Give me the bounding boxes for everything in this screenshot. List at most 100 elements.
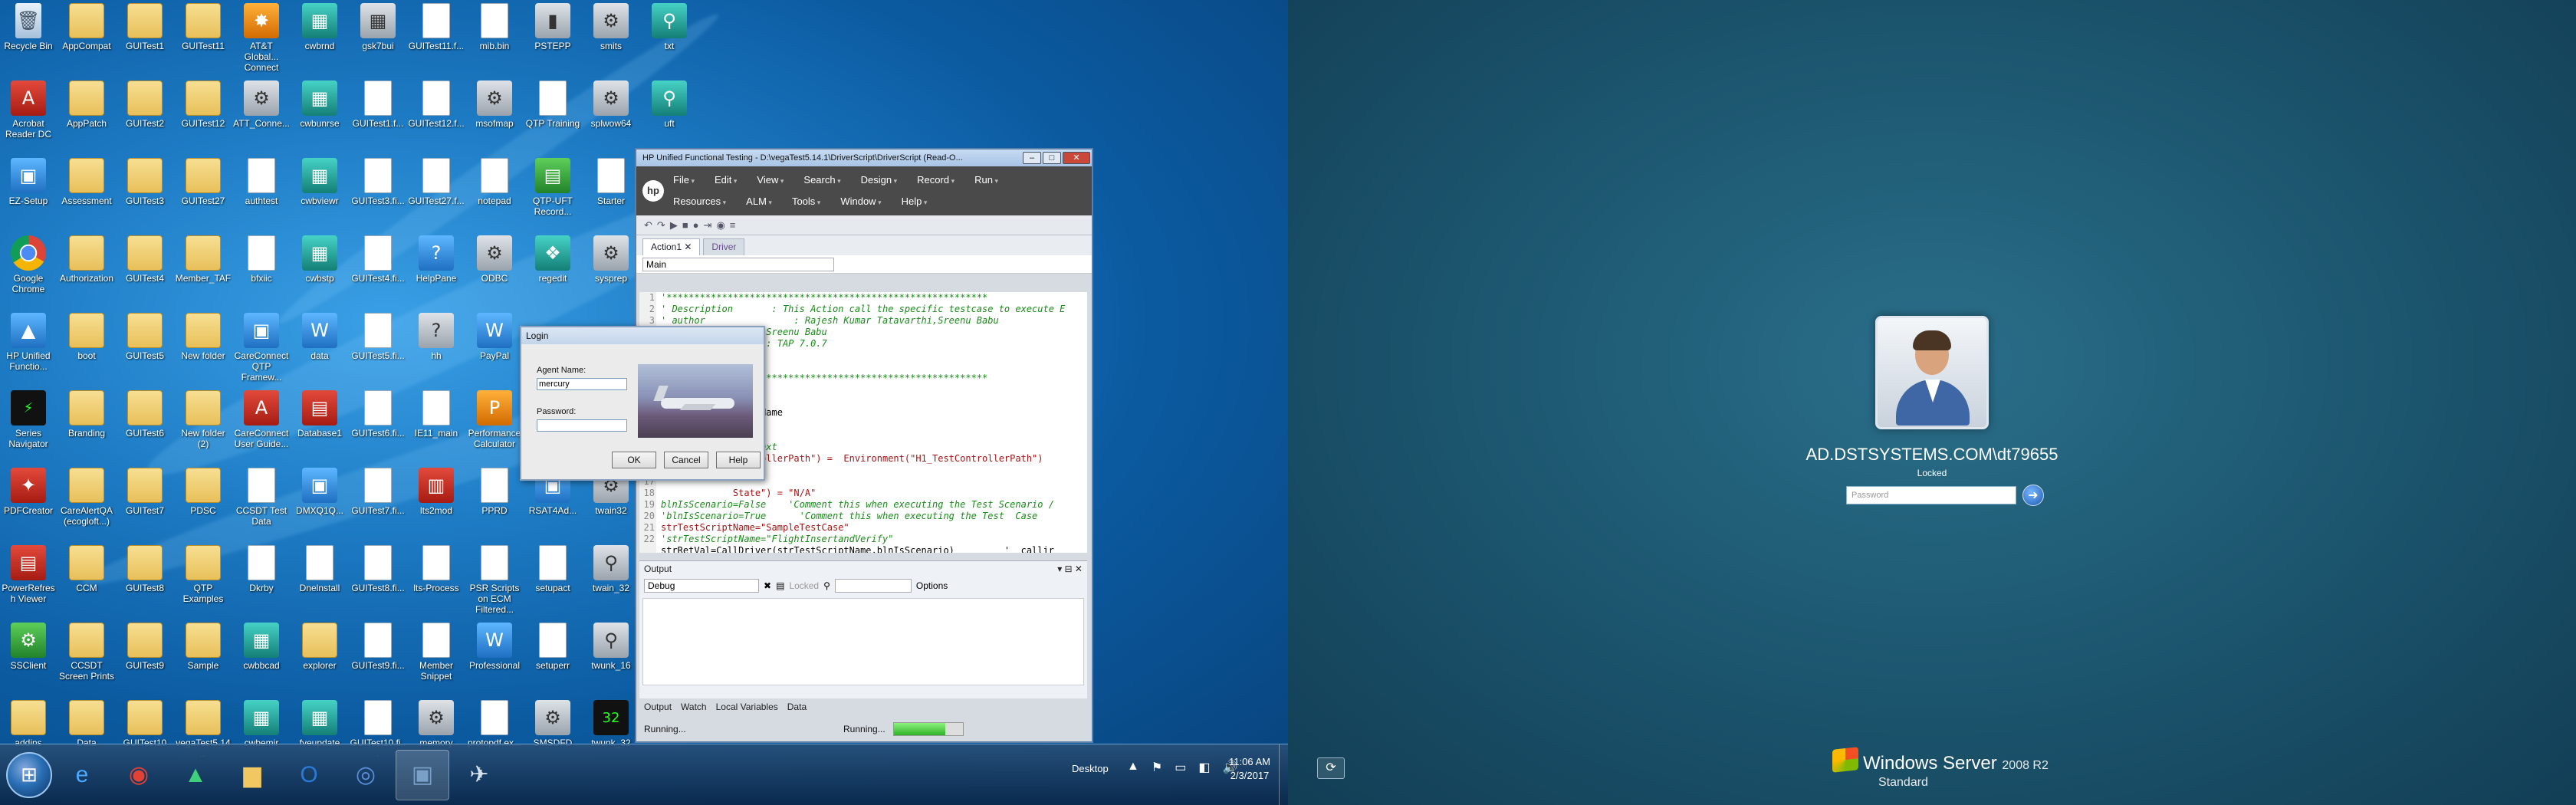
menu-search[interactable]: Search <box>803 174 840 186</box>
uft-taskbar-button[interactable]: ▲ <box>169 750 222 800</box>
desktop-icon[interactable]: GUITest4.fi... <box>351 235 405 309</box>
desktop-icon[interactable]: Assessment <box>60 158 113 232</box>
desktop-icon[interactable]: New folder (2) <box>176 390 230 464</box>
desktop-icon[interactable]: ⚙ splwow64 <box>584 80 638 154</box>
desktop-icon[interactable]: ▤ QTP-UFT Record... <box>526 158 580 232</box>
desktop-icon[interactable]: GUITest9.fi... <box>351 623 405 696</box>
start-button[interactable]: ⊞ <box>6 751 52 798</box>
desktop-icon[interactable]: ⚙ smits <box>584 3 638 77</box>
tray-icon[interactable]: ◧ <box>1198 760 1210 775</box>
breakpoint-icon[interactable]: ◉ <box>716 219 724 232</box>
desktop-icon[interactable]: GUITest3 <box>118 158 172 232</box>
desktop-icon[interactable]: Google Chrome <box>2 235 55 309</box>
desktop-icon[interactable]: ▦ cwbbcad <box>235 623 288 696</box>
menu-alm[interactable]: ALM <box>746 196 772 207</box>
desktop-icon[interactable]: A Acrobat Reader DC <box>2 80 55 154</box>
desktop-icon[interactable]: ⚙ sysprep <box>584 235 638 309</box>
help-button[interactable]: Help <box>716 452 761 468</box>
desktop-icon[interactable]: ⚲ twain_32 <box>584 545 638 619</box>
desktop-icon[interactable]: PDSC <box>176 468 230 541</box>
desktop-icon[interactable]: Wdata <box>293 313 347 386</box>
desktop-icon[interactable]: ⚙ SSClient <box>2 623 55 696</box>
desktop-icon[interactable]: ▲ HP Unified Functio... <box>2 313 55 386</box>
desktop-icon[interactable]: ✸ AT&T Global... Connect <box>235 3 288 77</box>
outlook-taskbar-button[interactable]: O <box>282 750 336 800</box>
desktop-icon[interactable]: CCSDT Test Data <box>235 468 288 541</box>
desktop-icon[interactable]: authtest <box>235 158 288 232</box>
desktop-icon[interactable]: W Professional <box>468 623 521 696</box>
desktop-icon[interactable]: IE11_main <box>409 390 463 464</box>
desktop-icon[interactable]: ⚲ twunk_16 <box>584 623 638 696</box>
output-combo[interactable]: Debug <box>644 579 759 593</box>
menu-file[interactable]: File <box>673 174 695 186</box>
maximize-button[interactable]: □ <box>1043 152 1061 164</box>
menu-run[interactable]: Run <box>974 174 998 186</box>
desktop-icon[interactable]: Sample <box>176 623 230 696</box>
desktop-icon[interactable]: ▣ CareConnect QTP Framew... <box>235 313 288 386</box>
desktop-icon[interactable]: GUITest11 <box>176 3 230 77</box>
desktop-icon[interactable]: W PayPal <box>468 313 521 386</box>
action-combo[interactable]: Main <box>642 257 834 271</box>
run-icon[interactable]: ▶ <box>670 219 678 232</box>
menu-tools[interactable]: Tools <box>792 196 820 207</box>
explorer-taskbar-button[interactable]: ▆ <box>225 750 279 800</box>
desktop-icon[interactable]: GUITest8 <box>118 545 172 619</box>
desktop-icon[interactable]: A CareConnect User Guide... <box>235 390 288 464</box>
desktop-icon[interactable]: ⚡ Series Navigator <box>2 390 55 464</box>
desktop-icon[interactable]: Starter <box>584 158 638 232</box>
comment-icon[interactable]: ≡ <box>730 219 736 231</box>
chrome-taskbar-button[interactable]: ◉ <box>112 750 166 800</box>
desktop-icon[interactable]: GUITest4 <box>118 235 172 309</box>
desktop-toolbar-label[interactable]: Desktop <box>1072 763 1109 774</box>
desktop-icon[interactable]: ▦ cwbstp <box>293 235 347 309</box>
desktop-icon[interactable]: ▦ cwbrnd <box>293 3 347 77</box>
desktop-icon[interactable]: ▦ cwbviewr <box>293 158 347 232</box>
login-dialog[interactable]: Login Agent Name: mercury Password: OK C… <box>520 326 765 481</box>
desktop-icon[interactable]: GUITest11.f... <box>409 3 464 77</box>
menu-help[interactable]: Help <box>902 196 928 207</box>
desktop-icon[interactable]: GUITest1.f... <box>351 80 405 154</box>
stop-icon[interactable]: ■ <box>682 219 688 231</box>
output-body[interactable] <box>642 598 1084 685</box>
panel-controls[interactable]: ▾ ⊟ ✕ <box>1057 564 1083 574</box>
desktop-icon[interactable]: Authorization <box>60 235 113 309</box>
desktop-icon[interactable]: ▤ PowerRefresh Viewer <box>2 545 55 619</box>
desktop-icon[interactable]: GUITest27.f... <box>408 158 465 232</box>
desktop-icon[interactable]: PPRD <box>468 468 521 541</box>
desktop-icon[interactable]: CCSDT Screen Prints <box>59 623 114 696</box>
desktop-icon[interactable]: AppCompat <box>60 3 113 77</box>
desktop-icon[interactable]: ⚙ msofmap <box>468 80 521 154</box>
desktop-icon[interactable]: ⚲ txt <box>642 3 696 77</box>
tray-icon[interactable]: ⚑ <box>1152 760 1162 775</box>
minimize-button[interactable]: – <box>1023 152 1041 164</box>
desktop-icon[interactable]: GUITest6 <box>118 390 172 464</box>
tab-data[interactable]: Data <box>787 702 807 718</box>
output-search-input[interactable] <box>834 579 912 593</box>
tray-icon[interactable]: ▭ <box>1175 760 1186 775</box>
rdp-taskbar-button[interactable]: ▣ <box>396 749 449 800</box>
desktop-icon[interactable]: ❖ regedit <box>526 235 580 309</box>
desktop-icon[interactable]: ⚙ ATT_Conne... <box>233 80 290 154</box>
desktop-icon[interactable]: Dkrby <box>235 545 288 619</box>
desktop-icon[interactable]: GUITest5 <box>118 313 172 386</box>
desktop-icon[interactable]: GUITest27 <box>176 158 230 232</box>
desktop-icon[interactable]: 🗑 Recycle Bin <box>2 3 55 77</box>
redo-icon[interactable]: ↷ <box>657 219 665 232</box>
ok-button[interactable]: OK <box>612 452 656 468</box>
menu-window[interactable]: Window <box>840 196 881 207</box>
agent-name-field[interactable]: mercury <box>537 378 627 390</box>
desktop-icon[interactable]: ⚙ ODBC <box>468 235 521 309</box>
options-button[interactable]: Options <box>916 580 948 591</box>
desktop-icon[interactable]: GUITest9 <box>118 623 172 696</box>
desktop-icon[interactable]: QTP Training <box>526 80 580 154</box>
lync-taskbar-button[interactable]: ◎ <box>339 750 393 800</box>
wrap-icon[interactable]: ▤ <box>776 580 784 591</box>
desktop-icon[interactable]: GUITest6.fi... <box>351 390 405 464</box>
desktop-icon[interactable]: ▣ EZ-Setup <box>2 158 55 232</box>
record-icon[interactable]: ● <box>693 219 699 231</box>
desktop-icon[interactable]: New folder <box>176 313 230 386</box>
tray-icon[interactable]: ▲ <box>1127 760 1139 775</box>
desktop-icon[interactable]: GUITest3.fi... <box>351 158 405 232</box>
desktop-icon[interactable]: Branding <box>60 390 113 464</box>
desktop-icon[interactable]: mib.bin <box>468 3 521 77</box>
